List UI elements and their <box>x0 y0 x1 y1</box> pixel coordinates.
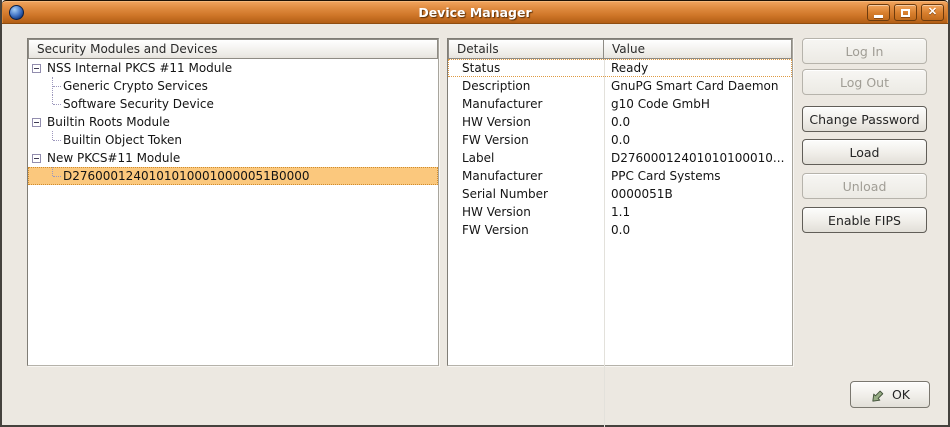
details-row[interactable]: LabelD27600012401010100010... <box>448 149 792 167</box>
tree-item[interactable]: New PKCS#11 Module <box>28 149 438 167</box>
tree-connector-line <box>50 167 62 185</box>
detail-name-cell: Status <box>448 59 604 77</box>
value-column-header[interactable]: Value <box>603 39 792 59</box>
load-button[interactable]: Load <box>802 139 927 165</box>
detail-name-cell: Label <box>448 149 604 167</box>
tree-item[interactable]: Builtin Roots Module <box>28 113 438 131</box>
detail-value-cell: PPC Card Systems <box>604 167 792 185</box>
close-button[interactable]: ✕ <box>921 4 944 21</box>
tree-item-label: Builtin Roots Module <box>46 115 170 129</box>
log-out-button: Log Out <box>802 69 927 95</box>
device-action-buttons: Log In Log Out Change Password Load Unload En… <box>802 38 927 233</box>
window-title: Device Manager <box>2 5 948 20</box>
details-row[interactable]: HW Version1.1 <box>448 203 792 221</box>
details-header-row: Details Value <box>448 39 792 59</box>
detail-name-cell: FW Version <box>448 221 604 239</box>
detail-value-cell: Ready <box>604 59 792 77</box>
minimize-button[interactable] <box>867 4 890 21</box>
detail-value-cell: D27600012401010100010... <box>604 149 792 167</box>
unload-button: Unload <box>802 173 927 199</box>
tree-item[interactable]: Builtin Object Token <box>28 131 438 149</box>
details-row[interactable]: HW Version0.0 <box>448 113 792 131</box>
detail-name-cell: Description <box>448 77 604 95</box>
tree-item[interactable]: D27600012401010100010000051B0000 <box>28 167 438 185</box>
ok-return-arrow-icon <box>870 386 887 403</box>
tree-item[interactable]: Generic Crypto Services <box>28 77 438 95</box>
detail-name-cell: Serial Number <box>448 185 604 203</box>
detail-name-cell: HW Version <box>448 113 604 131</box>
maximize-button[interactable] <box>894 4 917 21</box>
details-row[interactable]: FW Version0.0 <box>448 221 792 239</box>
tree-item-label: Generic Crypto Services <box>62 79 208 93</box>
close-icon: ✕ <box>928 7 937 18</box>
details-row[interactable]: FW Version0.0 <box>448 131 792 149</box>
tree-column-header[interactable]: Security Modules and Devices <box>28 39 438 59</box>
detail-name-cell: HW Version <box>448 203 604 221</box>
detail-value-cell: 0000051B <box>604 185 792 203</box>
expander-minus-icon[interactable] <box>32 154 41 163</box>
details-panel: Details Value StatusReadyDescriptionGnuP… <box>447 38 793 366</box>
dialog-content: Security Modules and Devices NSS Interna… <box>2 24 948 424</box>
tree-item[interactable]: Software Security Device <box>28 95 438 113</box>
tree-header-row: Security Modules and Devices <box>28 39 438 59</box>
detail-value-cell: 0.0 <box>604 221 792 239</box>
window-controls: ✕ <box>867 4 944 21</box>
tree-item-label: D27600012401010100010000051B0000 <box>62 169 310 183</box>
enable-fips-button[interactable]: Enable FIPS <box>802 207 927 233</box>
detail-value-cell: g10 Code GmbH <box>604 95 792 113</box>
details-row[interactable]: ManufacturerPPC Card Systems <box>448 167 792 185</box>
tree-body: NSS Internal PKCS #11 Module Generic Cryp… <box>28 59 438 185</box>
ok-button-label: OK <box>892 387 910 402</box>
security-modules-panel: Security Modules and Devices NSS Interna… <box>27 38 439 366</box>
maximize-icon <box>901 9 910 17</box>
tree-item[interactable]: NSS Internal PKCS #11 Module <box>28 59 438 77</box>
detail-name-cell: Manufacturer <box>448 167 604 185</box>
details-row[interactable]: Manufacturerg10 Code GmbH <box>448 95 792 113</box>
details-row[interactable]: StatusReady <box>448 59 792 77</box>
change-password-button[interactable]: Change Password <box>802 106 927 132</box>
expander-minus-icon[interactable] <box>32 64 41 73</box>
detail-name-cell: Manufacturer <box>448 95 604 113</box>
detail-value-cell: 0.0 <box>604 113 792 131</box>
details-row[interactable]: Serial Number0000051B <box>448 185 792 203</box>
expander-minus-icon[interactable] <box>32 118 41 127</box>
details-column-header[interactable]: Details <box>448 39 604 59</box>
details-body: StatusReadyDescriptionGnuPG Smart Card D… <box>448 59 792 239</box>
minimize-icon <box>874 15 883 18</box>
tree-item-label: Software Security Device <box>62 97 214 111</box>
detail-value-cell: GnuPG Smart Card Daemon <box>604 77 792 95</box>
tree-item-label: New PKCS#11 Module <box>46 151 180 165</box>
device-manager-window: Device Manager ✕ Security Modules and De… <box>0 0 950 427</box>
tree-connector-line <box>50 131 62 149</box>
detail-name-cell: FW Version <box>448 131 604 149</box>
details-row[interactable]: DescriptionGnuPG Smart Card Daemon <box>448 77 792 95</box>
tree-item-label: Builtin Object Token <box>62 133 182 147</box>
tree-item-label: NSS Internal PKCS #11 Module <box>46 61 232 75</box>
tree-connector-line <box>50 77 62 95</box>
ok-button[interactable]: OK <box>850 381 930 408</box>
log-in-button: Log In <box>802 38 927 64</box>
detail-value-cell: 1.1 <box>604 203 792 221</box>
titlebar[interactable]: Device Manager ✕ <box>2 0 948 24</box>
tree-connector-line <box>50 95 62 113</box>
detail-value-cell: 0.0 <box>604 131 792 149</box>
